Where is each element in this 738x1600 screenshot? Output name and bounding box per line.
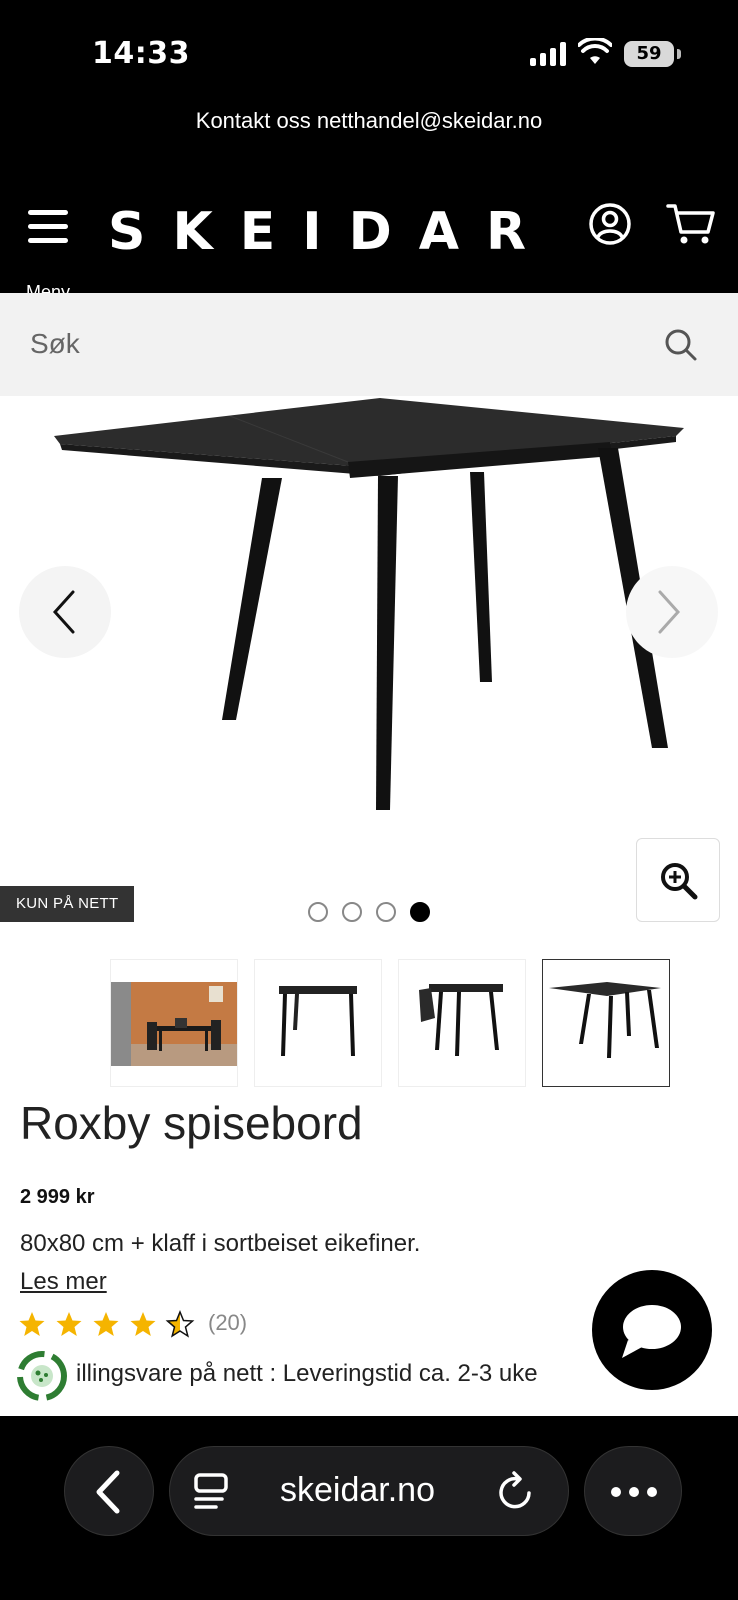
search-icon[interactable]	[664, 328, 698, 362]
chevron-left-icon	[96, 1470, 120, 1514]
contact-banner[interactable]: Kontakt oss netthandel@skeidar.no	[0, 108, 738, 134]
thumbnail-table-flap[interactable]	[398, 959, 526, 1087]
zoom-in-icon	[661, 863, 698, 900]
recycle-leaf-icon	[17, 1351, 67, 1401]
thumbnail-folded-image	[279, 986, 357, 1056]
battery-tip	[677, 49, 681, 59]
chevron-left-icon	[52, 590, 75, 634]
product-description: 80x80 cm + klaff i sortbeiset eikefiner.	[20, 1230, 421, 1257]
star-icon	[19, 1312, 45, 1336]
browser-back-button[interactable]	[64, 1446, 154, 1536]
status-bar: 14:33 59	[0, 0, 738, 105]
signal-icon	[530, 42, 568, 66]
carousel-dot[interactable]	[376, 902, 396, 922]
read-more-link[interactable]: Les mer	[20, 1268, 107, 1296]
thumbnail-room-image	[111, 982, 237, 1066]
account-icon[interactable]	[588, 202, 632, 246]
url-text[interactable]: skeidar.no	[280, 1471, 435, 1510]
star-icon	[56, 1312, 82, 1336]
star-icon	[93, 1312, 119, 1336]
online-only-badge: KUN PÅ NETT	[0, 886, 135, 922]
thumbnail-strip	[110, 959, 680, 1087]
carousel-prev-button[interactable]	[19, 566, 111, 658]
product-section: KUN PÅ NETT Roxby spisebord 2 999 kr 80x…	[0, 396, 738, 1416]
thumbnail-extended-image	[549, 982, 661, 1058]
product-rating[interactable]: (20)	[18, 1308, 247, 1340]
reload-icon[interactable]	[496, 1471, 536, 1513]
tabs-overview-icon[interactable]	[192, 1471, 234, 1513]
delivery-info: illingsvare på nett : Leveringstid ca. 2…	[14, 1348, 614, 1408]
half-star-icon	[166, 1311, 194, 1337]
product-price: 2 999 kr	[20, 1186, 95, 1208]
chat-bubble-icon	[622, 1305, 681, 1358]
wifi-icon	[578, 38, 612, 64]
ellipsis-icon	[611, 1487, 657, 1497]
chat-button[interactable]	[592, 1270, 712, 1390]
carousel-dot[interactable]	[308, 902, 328, 922]
search-input[interactable]	[30, 319, 650, 369]
zoom-button[interactable]	[636, 838, 720, 922]
status-time: 14:33	[92, 36, 190, 71]
carousel-dot[interactable]	[342, 902, 362, 922]
battery-icon: 59	[624, 41, 674, 67]
search-bar	[0, 293, 738, 396]
thumbnail-table-folded[interactable]	[254, 959, 382, 1087]
delivery-text: illingsvare på nett : Leveringstid ca. 2…	[76, 1360, 538, 1387]
product-title: Roxby spisebord	[20, 1097, 363, 1149]
menu-button[interactable]: Meny	[22, 206, 74, 302]
address-bar[interactable]: skeidar.no	[169, 1446, 569, 1536]
thumbnail-room[interactable]	[110, 959, 238, 1087]
rating-stars	[19, 1311, 194, 1337]
rating-count[interactable]: (20)	[208, 1310, 247, 1336]
cart-icon[interactable]	[666, 202, 716, 246]
site-header: Meny SKEIDAR	[0, 180, 738, 302]
more-options-button[interactable]	[584, 1446, 682, 1536]
thumbnail-flap-image	[419, 984, 503, 1056]
browser-toolbar: skeidar.no	[0, 1416, 738, 1600]
thumbnail-table-extended[interactable]	[542, 959, 670, 1087]
carousel-dot-active[interactable]	[410, 902, 430, 922]
skeidar-logo[interactable]: SKEIDAR	[108, 202, 553, 262]
star-icon	[130, 1312, 156, 1336]
carousel-next-button[interactable]	[626, 566, 718, 658]
chevron-right-icon	[658, 590, 681, 634]
